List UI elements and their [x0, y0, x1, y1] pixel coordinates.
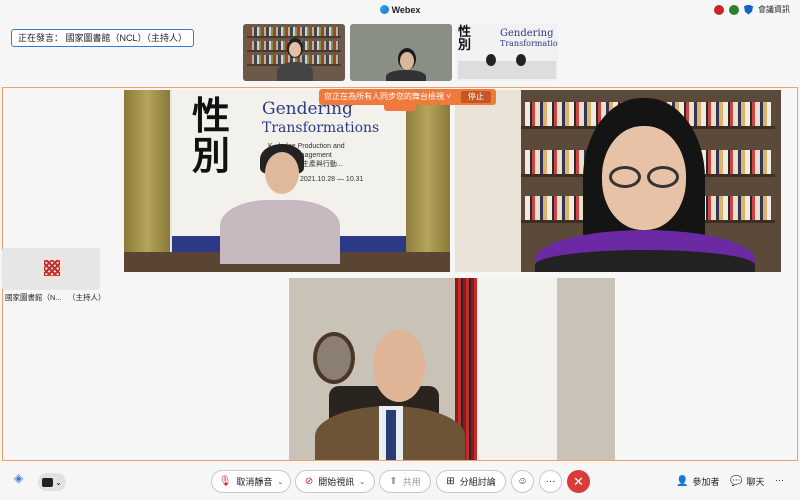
glasses — [605, 166, 683, 188]
participant-face — [289, 42, 301, 57]
poster-title-line2: Transformations — [262, 120, 380, 136]
video-tile[interactable]: 性別 Gendering Transformations K...ledge P… — [124, 90, 450, 272]
stage-sync-message[interactable]: 您正在為所有人同步您的舞台檢視 ˅ — [324, 89, 451, 105]
chat-bubble-icon — [42, 477, 54, 487]
chevron-down-icon: ⌄ — [55, 477, 62, 487]
participant-face — [373, 330, 425, 402]
share-icon: ⬆ — [389, 475, 398, 487]
host-tile[interactable] — [2, 248, 100, 290]
chat-button[interactable]: 💬 聊天 — [730, 475, 764, 488]
participant-thumbnail[interactable]: 性別 Gendering Transformations — [456, 24, 558, 81]
shield-icon — [744, 4, 753, 15]
speaking-label: 正在發言： — [18, 33, 64, 43]
chevron-down-icon[interactable]: ⌄ — [359, 478, 365, 486]
stage-sync-tab[interactable] — [384, 105, 416, 111]
video-off-icon: ⊘ — [304, 475, 314, 487]
window — [477, 278, 557, 460]
participants-label: 參加者 — [692, 477, 720, 487]
stage-sync-banner: 您正在為所有人同步您的舞台檢視 ˅ 停止 — [319, 89, 496, 105]
participant-face — [400, 52, 414, 70]
video-label: 開始視訊 — [318, 477, 355, 487]
poster-chinese-title: 性別 — [192, 93, 231, 178]
participant-top — [535, 250, 755, 272]
active-speaker-indicator: 正在發言： 國家圖書館（NCL）（主持人） — [11, 29, 195, 47]
thumb-poster-chinese-title: 性別 — [458, 25, 472, 53]
chat-label: 聊天 — [746, 477, 765, 487]
video-tile[interactable] — [289, 278, 615, 460]
record-icon[interactable] — [714, 4, 724, 15]
window-title: Webex — [0, 5, 800, 15]
participant-thumbnail[interactable] — [350, 24, 452, 81]
breakout-button[interactable]: ⊞ 分組討論 — [436, 470, 506, 493]
speaking-name: 國家圖書館（NCL）（主持人） — [65, 33, 188, 43]
participant-thumbnail[interactable] — [243, 24, 345, 81]
cast-icon[interactable]: ◈ — [14, 472, 23, 484]
more-icon[interactable]: ··· — [539, 470, 562, 493]
end-call-icon[interactable]: ✕ — [567, 470, 590, 493]
books — [249, 27, 339, 36]
app-title: Webex — [391, 5, 421, 15]
participant-body — [277, 62, 313, 81]
reaction-icon[interactable]: ☺ — [511, 470, 534, 493]
breakout-label: 分組討論 — [459, 477, 496, 487]
thumb-stage — [458, 61, 556, 79]
share-button[interactable]: ⬆ 共用 — [379, 470, 431, 493]
webex-logo-icon — [379, 5, 389, 14]
reactions-chip[interactable]: ⌄ — [38, 473, 66, 491]
panelist-head — [516, 54, 526, 66]
mute-button[interactable]: 🎙 取消靜音 ⌄ — [211, 470, 291, 493]
start-video-button[interactable]: ⊘ 開始視訊 ⌄ — [295, 470, 375, 493]
speaker-jacket — [220, 200, 340, 264]
chat-icon: 💬 — [730, 475, 743, 487]
participants-icon: 👤 — [676, 475, 689, 487]
poster-dates: 2021.10.28 — 10.31 — [300, 176, 364, 183]
speaker-face — [265, 152, 299, 194]
stop-sync-button[interactable]: 停止 — [460, 91, 491, 103]
participants-button[interactable]: 👤 參加者 — [676, 475, 719, 488]
webex-meeting-window: Webex 會議資訊 正在發言： 國家圖書館（NCL）（主持人） 性別 Gend… — [0, 0, 800, 500]
status-icon[interactable] — [729, 4, 739, 15]
overflow-menu-icon[interactable]: ··· — [775, 475, 784, 485]
breakout-icon: ⊞ — [446, 475, 455, 487]
participant-body — [386, 70, 426, 81]
title-bar: Webex 會議資訊 — [0, 0, 800, 22]
wall — [455, 90, 521, 272]
participant-tie — [386, 410, 396, 460]
wall-mirror — [313, 332, 355, 384]
curtain — [124, 90, 170, 272]
curtain — [404, 90, 450, 272]
host-name: 國家圖書館（N... — [5, 293, 62, 302]
panelist-head — [486, 54, 496, 66]
share-label: 共用 — [402, 477, 421, 487]
thumb-poster-english-title-2: Transformations — [500, 39, 558, 48]
mic-off-icon: 🎙 — [218, 475, 232, 487]
host-role: （主持人） — [68, 293, 106, 302]
top-right-controls: 會議資訊 — [714, 4, 790, 15]
poster-english-title: Gendering Transformations — [262, 100, 379, 138]
video-tile[interactable] — [455, 90, 781, 272]
chevron-down-icon[interactable]: ⌄ — [277, 478, 283, 486]
host-logo-icon — [41, 257, 63, 279]
thumb-poster-english-title-1: Gendering — [500, 28, 554, 39]
mute-label: 取消靜音 — [236, 477, 273, 487]
meeting-info-button[interactable]: 會議資訊 — [758, 4, 790, 15]
meeting-toolbar: ◈ ⌄ 🎙 取消靜音 ⌄ ⊘ 開始視訊 ⌄ ⬆ 共用 ⊞ 分組討論 ☺ ··· … — [0, 465, 800, 500]
